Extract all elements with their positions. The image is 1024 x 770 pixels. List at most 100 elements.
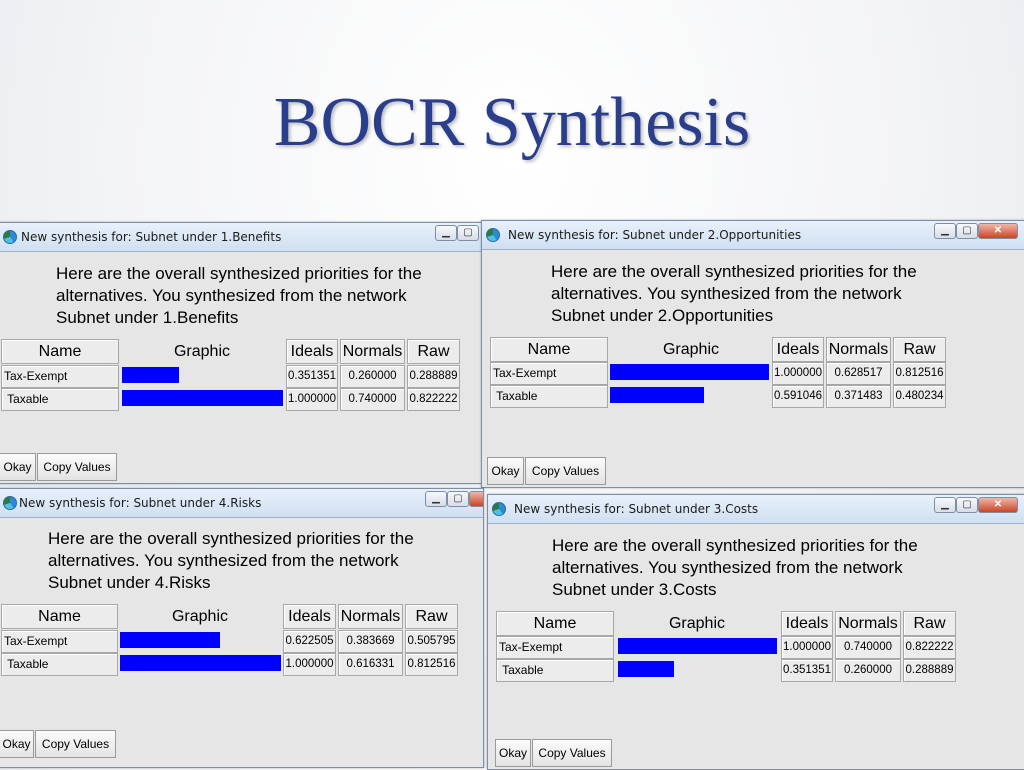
column-header-raw: Raw: [405, 604, 458, 629]
superdecisions-app-icon: [3, 230, 17, 244]
raw-value: 0.822222: [407, 388, 460, 411]
priority-bar-tax-exempt: [120, 632, 220, 648]
maximize-button[interactable]: ▢: [956, 223, 978, 239]
minimize-button[interactable]: ▁: [934, 497, 956, 513]
window-content: Here are the overall synthesized priorit…: [482, 250, 1024, 487]
column-header-name: Name: [1, 339, 119, 364]
synthesis-message-line-3: Subnet under 1.Benefits: [56, 308, 239, 327]
minimize-button[interactable]: ▁: [425, 491, 447, 507]
priority-bar-taxable: [122, 390, 283, 406]
column-header-ideals: Ideals: [286, 339, 338, 364]
okay-button[interactable]: Okay: [0, 730, 34, 758]
raw-value: 0.288889: [407, 365, 460, 388]
minimize-button[interactable]: ▁: [934, 223, 956, 239]
okay-button[interactable]: Okay: [0, 453, 36, 481]
normal-value: 0.740000: [835, 636, 901, 659]
close-button[interactable]: ✕: [978, 223, 1018, 239]
window-title: New synthesis for: Subnet under 1.Benefi…: [21, 230, 282, 244]
minimize-button[interactable]: ▁: [435, 225, 457, 241]
row-name-tax-exempt: Tax-Exempt: [496, 636, 614, 659]
row-name-tax-exempt: Tax-Exempt: [490, 362, 608, 385]
superdecisions-app-icon: [486, 228, 500, 242]
window-content: Here are the overall synthesized priorit…: [488, 524, 1024, 769]
synthesis-message-line-1: Here are the overall synthesized priorit…: [56, 264, 422, 283]
normal-value: 0.260000: [835, 659, 901, 682]
normal-value: 0.616331: [338, 653, 403, 676]
ideal-value: 0.351351: [286, 365, 338, 388]
column-header-name: Name: [1, 604, 118, 629]
synthesis-message-line-3: Subnet under 3.Costs: [552, 580, 717, 599]
window-content: Here are the overall synthesized priorit…: [0, 252, 481, 483]
column-header-raw: Raw: [893, 337, 946, 362]
column-header-ideals: Ideals: [781, 611, 833, 636]
row-name-tax-exempt: Tax-Exempt: [1, 630, 118, 653]
normal-value: 0.260000: [340, 365, 405, 388]
slide-title: BOCR Synthesis: [273, 84, 751, 161]
ideal-value: 0.591046: [772, 385, 824, 408]
close-button[interactable]: ✕: [469, 491, 483, 507]
window-content: Here are the overall synthesized priorit…: [0, 518, 483, 767]
window-titlebar[interactable]: New synthesis for: Subnet under 4.Risks …: [0, 489, 483, 518]
row-name-taxable: Taxable: [1, 388, 119, 411]
column-header-ideals: Ideals: [772, 337, 824, 362]
maximize-button[interactable]: ▢: [956, 497, 978, 513]
priority-bar-tax-exempt: [610, 364, 769, 380]
row-name-taxable: Taxable: [490, 385, 608, 408]
column-header-raw: Raw: [407, 339, 460, 364]
row-name-taxable: Taxable: [1, 653, 118, 676]
synthesis-message-line-1: Here are the overall synthesized priorit…: [48, 529, 414, 548]
raw-value: 0.822222: [903, 636, 956, 659]
window-titlebar[interactable]: New synthesis for: Subnet under 3.Costs …: [488, 495, 1024, 524]
priority-bar-tax-exempt: [618, 638, 777, 654]
column-header-normals: Normals: [826, 337, 891, 362]
raw-value: 0.812516: [893, 362, 946, 385]
ideal-value: 1.000000: [286, 388, 338, 411]
maximize-button[interactable]: ▢: [457, 225, 479, 241]
raw-value: 0.812516: [405, 653, 458, 676]
synthesis-window-costs: New synthesis for: Subnet under 3.Costs …: [487, 494, 1024, 770]
okay-button[interactable]: Okay: [495, 739, 531, 767]
priority-bar-taxable: [618, 661, 674, 677]
superdecisions-app-icon: [3, 496, 17, 510]
column-header-graphic: Graphic: [171, 608, 229, 625]
window-titlebar[interactable]: New synthesis for: Subnet under 1.Benefi…: [0, 223, 481, 252]
column-header-graphic: Graphic: [173, 343, 231, 360]
ideal-value: 1.000000: [283, 653, 336, 676]
priority-bar-taxable: [610, 387, 704, 403]
copy-values-button[interactable]: Copy Values: [525, 457, 606, 485]
row-name-tax-exempt: Tax-Exempt: [1, 365, 119, 388]
window-title: New synthesis for: Subnet under 4.Risks: [19, 496, 262, 510]
normal-value: 0.371483: [826, 385, 891, 408]
synthesis-message-line-2: alternatives. You synthesized from the n…: [56, 286, 407, 305]
synthesis-message-line-3: Subnet under 4.Risks: [48, 573, 211, 592]
column-header-ideals: Ideals: [283, 604, 336, 629]
row-name-taxable: Taxable: [496, 659, 614, 682]
copy-values-button[interactable]: Copy Values: [532, 739, 612, 767]
ideal-value: 0.351351: [781, 659, 833, 682]
ideal-value: 1.000000: [772, 362, 824, 385]
synthesis-window-risks: New synthesis for: Subnet under 4.Risks …: [0, 488, 484, 768]
okay-button[interactable]: Okay: [487, 457, 524, 485]
synthesis-message-line-1: Here are the overall synthesized priorit…: [552, 536, 918, 555]
column-header-normals: Normals: [340, 339, 405, 364]
column-header-graphic: Graphic: [662, 341, 720, 358]
close-button[interactable]: ✕: [978, 497, 1018, 513]
window-titlebar[interactable]: New synthesis for: Subnet under 2.Opport…: [482, 221, 1024, 250]
raw-value: 0.288889: [903, 659, 956, 682]
maximize-button[interactable]: ▢: [447, 491, 469, 507]
normal-value: 0.383669: [338, 630, 403, 653]
raw-value: 0.505795: [405, 630, 458, 653]
ideal-value: 1.000000: [781, 636, 833, 659]
copy-values-button[interactable]: Copy Values: [37, 453, 117, 481]
normal-value: 0.628517: [826, 362, 891, 385]
superdecisions-app-icon: [492, 502, 506, 516]
synthesis-message-line-3: Subnet under 2.Opportunities: [551, 306, 774, 325]
column-header-graphic: Graphic: [668, 615, 726, 632]
synthesis-message-line-1: Here are the overall synthesized priorit…: [551, 262, 917, 281]
column-header-normals: Normals: [338, 604, 403, 629]
window-title: New synthesis for: Subnet under 3.Costs: [514, 502, 759, 516]
copy-values-button[interactable]: Copy Values: [35, 730, 116, 758]
synthesis-message-line-2: alternatives. You synthesized from the n…: [551, 284, 902, 303]
column-header-name: Name: [490, 337, 608, 362]
column-header-normals: Normals: [835, 611, 901, 636]
